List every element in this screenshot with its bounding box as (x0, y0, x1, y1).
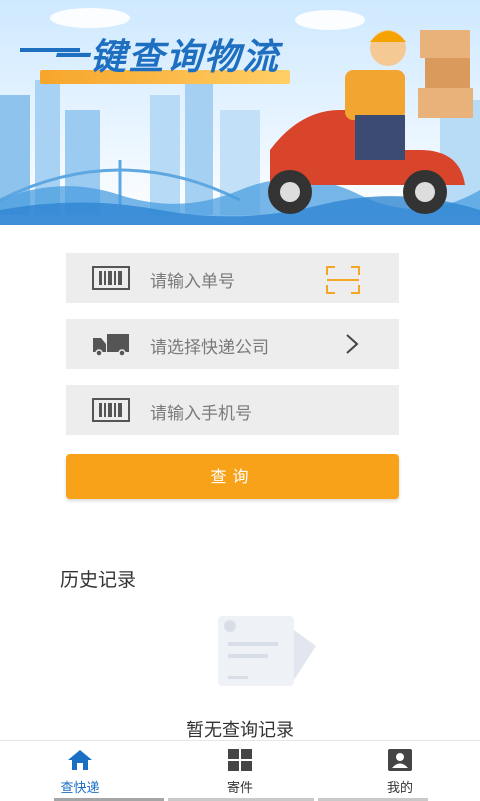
barcode-icon (92, 398, 130, 426)
courier-company-placeholder: 请选择快递公司 (150, 338, 269, 358)
tracking-number-field[interactable]: 请输入单号 (66, 253, 399, 303)
truck-icon (92, 332, 130, 360)
hero-banner: 一键查询物流 (0, 0, 480, 225)
home-icon (67, 750, 93, 775)
nav-label-profile: 我的 (386, 781, 413, 796)
phone-number-placeholder: 请输入手机号 (150, 404, 252, 424)
banner-title: 一键查询物流 (52, 37, 281, 78)
phone-number-field[interactable]: 请输入手机号 (66, 385, 399, 435)
barcode-icon (92, 266, 130, 294)
scan-icon[interactable] (325, 265, 361, 299)
profile-icon (387, 749, 413, 775)
courier-company-selector[interactable]: 请选择快递公司 (66, 319, 399, 369)
query-button[interactable]: 查询 (66, 454, 399, 499)
empty-document-icon (210, 610, 320, 695)
nav-label-track: 查快递 (60, 781, 100, 796)
grid-icon (227, 749, 253, 775)
nav-item-track[interactable]: 查快递 (40, 749, 120, 796)
nav-item-send[interactable]: 寄件 (200, 749, 280, 796)
empty-history-text: 暂无查询记录 (186, 720, 294, 741)
nav-label-send: 寄件 (226, 781, 253, 796)
history-title: 历史记录 (60, 569, 137, 591)
bottom-navigation: 查快递 寄件 我的 (0, 740, 480, 801)
chevron-right-icon (345, 333, 359, 359)
tracking-number-placeholder: 请输入单号 (150, 272, 235, 292)
nav-item-profile[interactable]: 我的 (360, 749, 440, 796)
